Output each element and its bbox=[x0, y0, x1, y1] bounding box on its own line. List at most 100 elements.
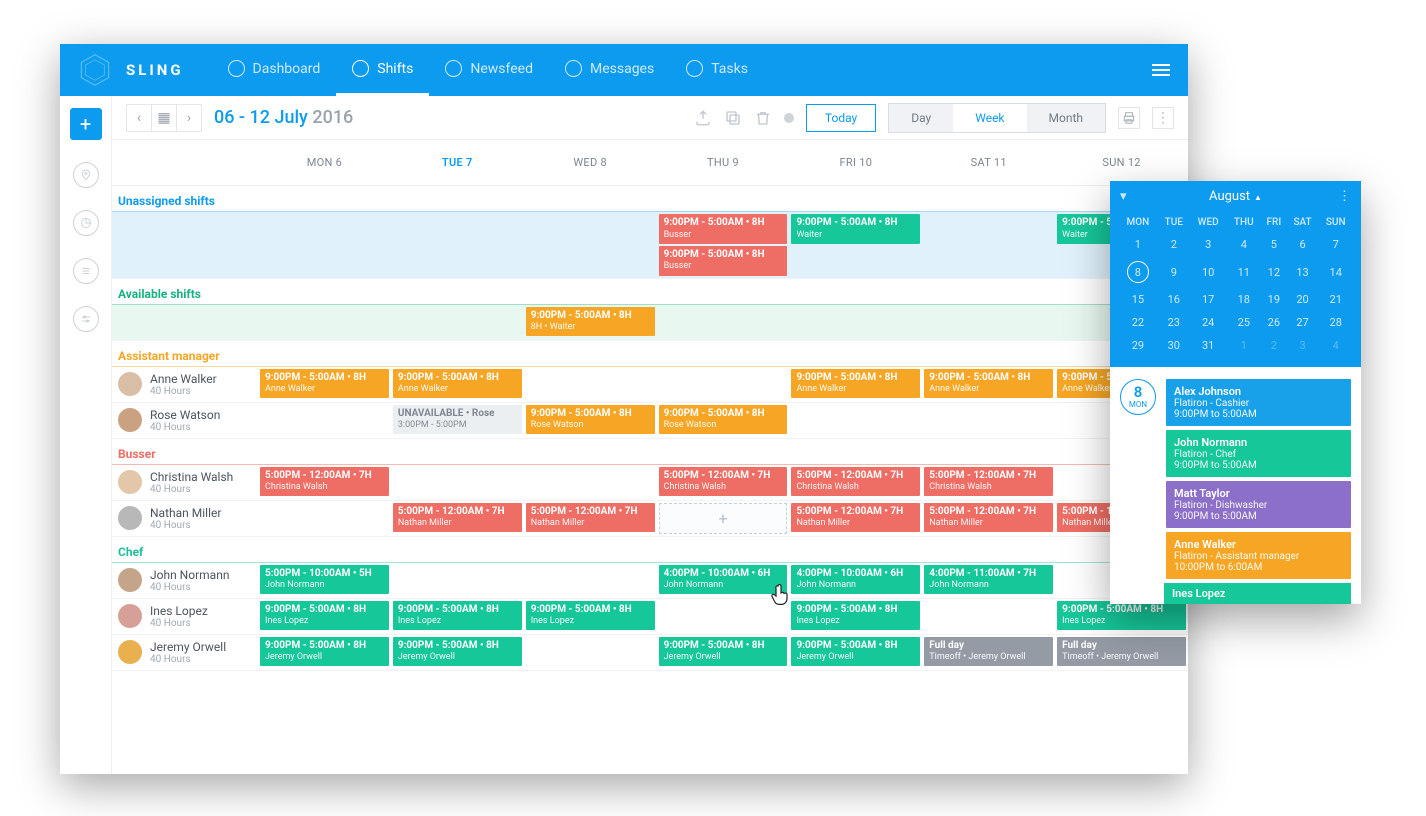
calendar-day[interactable]: 29 bbox=[1118, 334, 1158, 357]
day-header-cell[interactable]: TUE 7 bbox=[391, 140, 524, 185]
shift-card[interactable]: 5:00PM - 12:00AM • 7HChristina Walsh bbox=[659, 467, 788, 497]
grid-icon[interactable]: ▦ bbox=[151, 104, 177, 132]
day-header-cell[interactable]: FRI 10 bbox=[789, 140, 922, 185]
shift-card[interactable]: 5:00PM - 12:00AM • 7HNathan Miller bbox=[924, 503, 1053, 533]
day-header-cell[interactable]: THU 9 bbox=[657, 140, 790, 185]
calendar-day[interactable]: 30 bbox=[1158, 334, 1190, 357]
calendar-day[interactable]: 2 bbox=[1261, 334, 1287, 357]
shift-card[interactable]: 5:00PM - 12:00AM • 7HNathan Miller bbox=[393, 503, 522, 533]
shift-card[interactable]: 9:00PM - 5:00AM • 8HBusser bbox=[659, 246, 788, 276]
day-cell[interactable]: 9:00PM - 5:00AM • 8HWaiter bbox=[789, 212, 922, 278]
calendar-filter-icon[interactable]: ▾ bbox=[1120, 189, 1127, 204]
shift-card[interactable]: 9:00PM - 5:00AM • 8HJeremy Orwell bbox=[791, 637, 920, 667]
day-cell[interactable]: 9:00PM - 5:00AM • 8HInes Lopez bbox=[789, 599, 922, 634]
shift-card[interactable]: 5:00PM - 12:00AM • 7HNathan Miller bbox=[526, 503, 655, 533]
calendar-day[interactable]: 1 bbox=[1227, 334, 1262, 357]
day-cell[interactable] bbox=[657, 367, 790, 402]
shift-card[interactable]: 9:00PM - 5:00AM • 8HAnne Walker bbox=[924, 369, 1053, 399]
list-icon[interactable] bbox=[73, 258, 99, 284]
shift-card[interactable]: 4:00PM - 10:00AM • 6HJohn Normann bbox=[791, 565, 920, 595]
calendar-day[interactable]: 5 bbox=[1261, 233, 1287, 256]
calendar-day[interactable]: 8 bbox=[1118, 256, 1158, 288]
calendar-event[interactable]: John NormannFlatiron - Chef9:00PM to 5:0… bbox=[1166, 430, 1351, 477]
menu-icon[interactable] bbox=[1152, 61, 1170, 79]
view-month[interactable]: Month bbox=[1027, 104, 1105, 132]
day-cell[interactable]: 5:00PM - 12:00AM • 7HChristina Walsh bbox=[657, 465, 790, 500]
next-button[interactable]: › bbox=[176, 104, 202, 132]
day-cell[interactable] bbox=[922, 403, 1055, 438]
shift-card[interactable]: 9:00PM - 5:00AM • 8HInes Lopez bbox=[526, 601, 655, 631]
shift-card[interactable]: 9:00PM - 5:00AM • 8HInes Lopez bbox=[393, 601, 522, 631]
day-cell[interactable] bbox=[524, 367, 657, 402]
calendar-event[interactable]: Anne WalkerFlatiron - Assistant manager1… bbox=[1166, 532, 1351, 579]
day-cell[interactable] bbox=[657, 305, 790, 340]
pie-icon[interactable] bbox=[73, 210, 99, 236]
day-cell[interactable]: 9:00PM - 5:00AM • 8HJeremy Orwell bbox=[391, 635, 524, 670]
filter-settings-icon[interactable] bbox=[73, 306, 99, 332]
nav-messages[interactable]: Messages bbox=[549, 44, 670, 96]
calendar-day[interactable]: 31 bbox=[1190, 334, 1227, 357]
today-button[interactable]: Today bbox=[806, 104, 876, 132]
more-options-icon[interactable]: ⋮ bbox=[1152, 107, 1174, 129]
shift-card[interactable]: UNAVAILABLE • Rose3:00PM - 5:00PM bbox=[393, 405, 522, 435]
nav-tasks[interactable]: Tasks bbox=[670, 44, 764, 96]
day-cell[interactable] bbox=[258, 212, 391, 278]
nav-newsfeed[interactable]: Newsfeed bbox=[429, 44, 549, 96]
shift-card[interactable]: 9:00PM - 5:00AM • 8HRose Watson bbox=[526, 405, 655, 435]
day-cell[interactable]: 5:00PM - 12:00AM • 7HNathan Miller bbox=[789, 501, 922, 536]
shift-card[interactable]: 5:00PM - 12:00AM • 7HChristina Walsh bbox=[924, 467, 1053, 497]
print-icon[interactable] bbox=[1118, 107, 1140, 129]
shift-card[interactable]: 9:00PM - 5:00AM • 8HInes Lopez bbox=[260, 601, 389, 631]
shift-card[interactable]: 9:00PM - 5:00AM • 8HWaiter bbox=[791, 214, 920, 244]
day-cell[interactable]: 9:00PM - 5:00AM • 8HAnne Walker bbox=[391, 367, 524, 402]
day-cell[interactable] bbox=[922, 305, 1055, 340]
day-cell[interactable]: 9:00PM - 5:00AM • 8HAnne Walker bbox=[922, 367, 1055, 402]
calendar-day[interactable]: 7 bbox=[1318, 233, 1353, 256]
day-cell[interactable] bbox=[391, 212, 524, 278]
day-cell[interactable] bbox=[258, 305, 391, 340]
day-cell[interactable]: 5:00PM - 12:00AM • 7HNathan Miller bbox=[524, 501, 657, 536]
calendar-day[interactable]: 16 bbox=[1158, 288, 1190, 311]
day-cell[interactable]: Full dayTimeoff • Jeremy Orwell bbox=[922, 635, 1055, 670]
nav-shifts[interactable]: Shifts bbox=[336, 44, 429, 96]
day-cell[interactable]: Full dayTimeoff • Jeremy Orwell bbox=[1055, 635, 1188, 670]
day-header-cell[interactable]: SUN 12 bbox=[1055, 140, 1188, 185]
calendar-event[interactable]: Alex JohnsonFlatiron - Cashier9:00PM to … bbox=[1166, 379, 1351, 426]
calendar-day[interactable]: 27 bbox=[1287, 311, 1319, 334]
day-cell[interactable]: 9:00PM - 5:00AM • 8HBusser9:00PM - 5:00A… bbox=[657, 212, 790, 278]
day-cell[interactable]: 9:00PM - 5:00AM • 8HInes Lopez bbox=[391, 599, 524, 634]
calendar-day[interactable]: 26 bbox=[1261, 311, 1287, 334]
add-button[interactable]: + bbox=[70, 108, 102, 140]
shift-card[interactable]: 9:00PM - 5:00AM • 8HAnne Walker bbox=[393, 369, 522, 399]
day-cell[interactable]: + bbox=[657, 501, 790, 536]
shift-card[interactable]: 4:00PM - 10:00AM • 6HJohn Normann bbox=[659, 565, 788, 595]
shift-card[interactable]: 9:00PM - 5:00AM • 8HAnne Walker bbox=[791, 369, 920, 399]
calendar-day[interactable]: 14 bbox=[1318, 256, 1353, 288]
calendar-day[interactable]: 10 bbox=[1190, 256, 1227, 288]
calendar-event-partial[interactable]: Ines Lopez bbox=[1164, 583, 1351, 604]
calendar-day[interactable]: 28 bbox=[1318, 311, 1353, 334]
location-icon[interactable] bbox=[73, 162, 99, 188]
day-cell[interactable]: 5:00PM - 12:00AM • 7HChristina Walsh bbox=[922, 465, 1055, 500]
calendar-header[interactable]: ▾ August▲ ⋮ bbox=[1110, 181, 1361, 212]
prev-button[interactable]: ‹ bbox=[126, 104, 152, 132]
calendar-day[interactable]: 17 bbox=[1190, 288, 1227, 311]
day-cell[interactable]: 9:00PM - 5:00AM • 8HRose Watson bbox=[657, 403, 790, 438]
calendar-day[interactable]: 3 bbox=[1190, 233, 1227, 256]
day-cell[interactable] bbox=[524, 635, 657, 670]
shift-card[interactable]: Full dayTimeoff • Jeremy Orwell bbox=[924, 637, 1053, 667]
day-cell[interactable] bbox=[657, 599, 790, 634]
day-cell[interactable] bbox=[391, 465, 524, 500]
calendar-day[interactable]: 11 bbox=[1227, 256, 1262, 288]
calendar-day[interactable]: 18 bbox=[1227, 288, 1262, 311]
day-cell[interactable] bbox=[789, 403, 922, 438]
view-day[interactable]: Day bbox=[889, 104, 953, 132]
day-cell[interactable]: 9:00PM - 5:00AM • 8HJeremy Orwell bbox=[789, 635, 922, 670]
trash-icon[interactable] bbox=[754, 109, 772, 127]
day-cell[interactable] bbox=[922, 599, 1055, 634]
day-cell[interactable]: 4:00PM - 11:00AM • 7HJohn Normann bbox=[922, 563, 1055, 598]
day-cell[interactable] bbox=[391, 305, 524, 340]
day-cell[interactable] bbox=[524, 465, 657, 500]
export-icon[interactable] bbox=[694, 109, 712, 127]
shift-card[interactable]: 5:00PM - 12:00AM • 7HNathan Miller bbox=[791, 503, 920, 533]
